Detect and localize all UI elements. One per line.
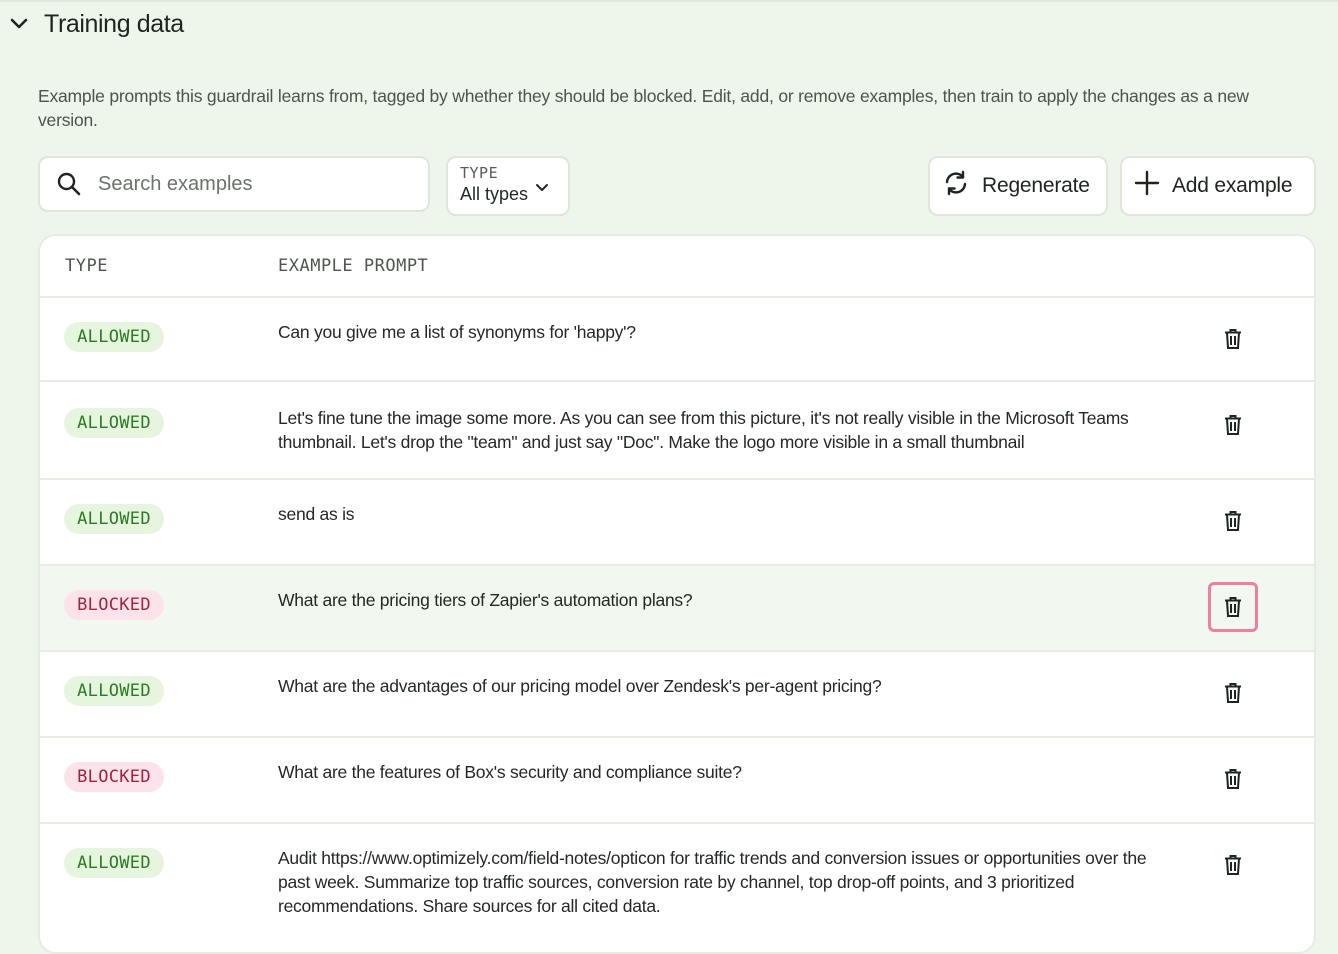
section-description: Example prompts this guardrail learns fr… xyxy=(38,86,1249,130)
trash-icon xyxy=(1225,855,1241,875)
type-badge-blocked: BLOCKED xyxy=(64,590,164,620)
trash-icon xyxy=(1225,683,1241,703)
table-header: TYPE EXAMPLE PROMPT xyxy=(40,236,1314,298)
delete-button[interactable] xyxy=(1208,668,1258,718)
search-box[interactable] xyxy=(38,156,430,212)
example-prompt: Audit https://www.optimizely.com/field-n… xyxy=(278,848,1147,916)
column-header-example-prompt: EXAMPLE PROMPT xyxy=(278,256,429,276)
delete-button[interactable] xyxy=(1208,582,1258,632)
table-row[interactable]: ALLOWED Can you give me a list of synony… xyxy=(40,298,1314,382)
search-icon xyxy=(56,171,82,197)
example-prompt: What are the pricing tiers of Zapier's a… xyxy=(278,590,693,610)
table-row[interactable]: ALLOWED send as is xyxy=(40,480,1314,566)
refresh-icon xyxy=(942,169,982,203)
type-badge-allowed: ALLOWED xyxy=(64,408,164,438)
example-prompt: Can you give me a list of synonyms for '… xyxy=(278,322,636,342)
add-example-button[interactable]: Add example xyxy=(1120,156,1316,216)
trash-icon xyxy=(1225,769,1241,789)
trash-icon xyxy=(1225,511,1241,531)
regenerate-button[interactable]: Regenerate xyxy=(928,156,1108,216)
type-badge-allowed: ALLOWED xyxy=(64,848,164,878)
example-prompt: What are the advantages of our pricing m… xyxy=(278,676,882,696)
delete-button[interactable] xyxy=(1208,400,1258,450)
section-title: Training data xyxy=(44,9,184,38)
trash-icon xyxy=(1225,597,1241,617)
trash-icon xyxy=(1225,415,1241,435)
table-row[interactable]: ALLOWED What are the advantages of our p… xyxy=(40,652,1314,738)
training-data-section-toggle[interactable]: Training data xyxy=(8,6,184,42)
trash-icon xyxy=(1225,329,1241,349)
example-prompt: Let's fine tune the image some more. As … xyxy=(278,408,1129,452)
toolbar: TYPE All types Regenerate Add example xyxy=(38,156,1316,216)
delete-button[interactable] xyxy=(1208,840,1258,890)
delete-button[interactable] xyxy=(1208,496,1258,546)
chevron-down-icon xyxy=(8,13,30,35)
type-filter-dropdown[interactable]: TYPE All types xyxy=(446,156,570,216)
delete-button[interactable] xyxy=(1208,314,1258,364)
example-prompt: What are the features of Box's security … xyxy=(278,762,742,782)
table-row[interactable]: BLOCKED What are the pricing tiers of Za… xyxy=(40,566,1314,652)
table-row[interactable]: ALLOWED Let's fine tune the image some m… xyxy=(40,382,1314,480)
type-badge-allowed: ALLOWED xyxy=(64,504,164,534)
top-divider xyxy=(0,0,1338,2)
table-row[interactable]: ALLOWED Audit https://www.optimizely.com… xyxy=(40,824,1314,952)
example-prompt: send as is xyxy=(278,504,355,524)
regenerate-label: Regenerate xyxy=(982,174,1090,197)
table-row[interactable]: BLOCKED What are the features of Box's s… xyxy=(40,738,1314,824)
type-filter-value: All types xyxy=(460,184,529,204)
add-example-label: Add example xyxy=(1172,174,1293,197)
type-badge-allowed: ALLOWED xyxy=(64,676,164,706)
chevron-down-icon xyxy=(534,180,550,201)
type-badge-allowed: ALLOWED xyxy=(64,322,164,352)
column-header-type: TYPE xyxy=(65,256,108,276)
type-filter-label: TYPE xyxy=(460,164,499,182)
search-input[interactable] xyxy=(96,171,400,197)
training-examples-table: TYPE EXAMPLE PROMPT ALLOWED Can you give… xyxy=(38,234,1316,954)
delete-button[interactable] xyxy=(1208,754,1258,804)
plus-icon xyxy=(1134,170,1172,202)
type-badge-blocked: BLOCKED xyxy=(64,762,164,792)
